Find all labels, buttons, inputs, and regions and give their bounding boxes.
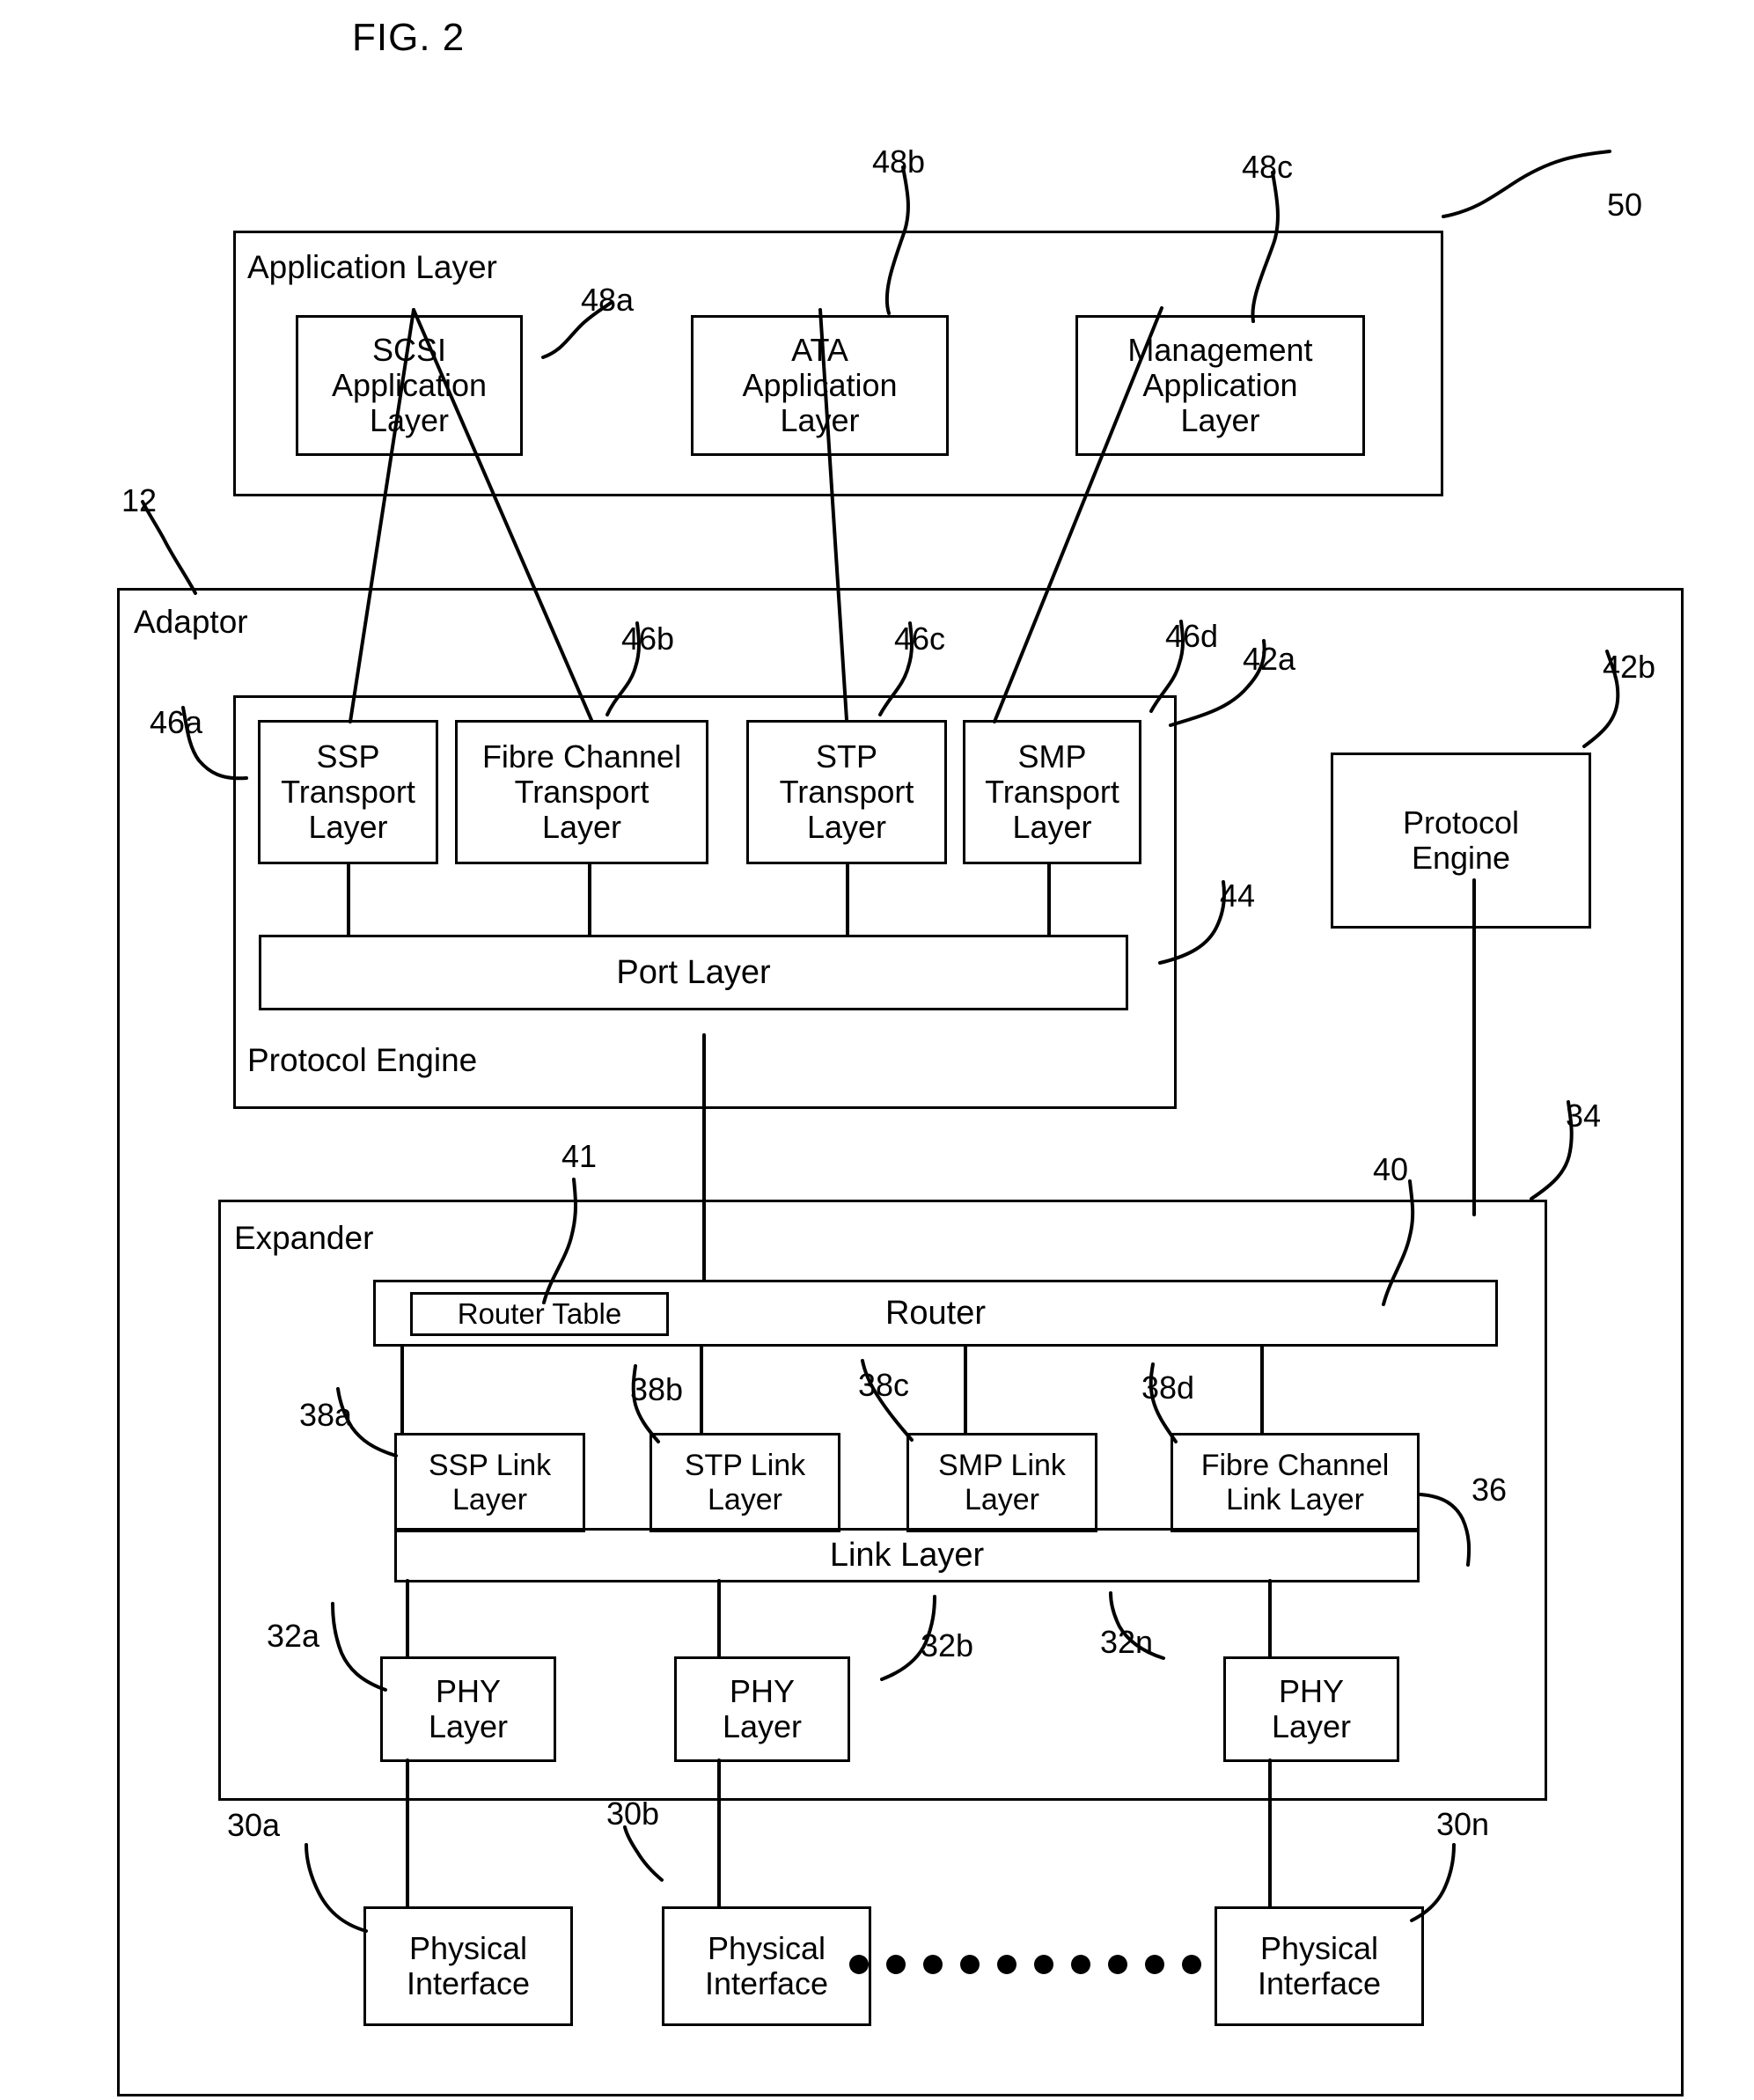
figure-canvas: FIG. 2 Application Layer 50 SCSI Applica… [0, 0, 1754, 2100]
stp-link-layer-label: STP Link Layer [684, 1449, 806, 1516]
physical-interface-label-b: Physical Interface [704, 1929, 829, 2001]
ref-50: 50 [1607, 187, 1643, 223]
phy-layer-box-n[interactable]: PHY Layer [1223, 1656, 1399, 1762]
smp-link-layer-label: SMP Link Layer [938, 1449, 1066, 1516]
router-label: Router [884, 1294, 987, 1332]
port-layer-label: Port Layer [616, 953, 771, 991]
physical-interface-label-a: Physical Interface [406, 1929, 531, 2001]
protocol-engine-right-box[interactable]: Protocol Engine [1331, 753, 1591, 929]
ssp-link-layer-box[interactable]: SSP Link Layer [394, 1433, 585, 1532]
ref-32a: 32a [267, 1618, 320, 1654]
scsi-application-layer-label: SCSI Application Layer [331, 331, 488, 439]
stp-transport-layer-label: STP Transport Layer [779, 738, 914, 846]
phy-layer-label-n: PHY Layer [1271, 1672, 1352, 1744]
ref-48a: 48a [581, 282, 635, 318]
ref-38d: 38d [1141, 1369, 1195, 1406]
phy-layer-label-a: PHY Layer [428, 1672, 509, 1744]
ssp-transport-layer-label: SSP Transport Layer [281, 738, 415, 846]
ref-46a: 46a [150, 704, 203, 740]
expander-caption: Expander [234, 1220, 374, 1256]
ref-30n: 30n [1436, 1806, 1490, 1842]
physical-interface-label-n: Physical Interface [1257, 1929, 1382, 2001]
ref-46b: 46b [621, 620, 675, 657]
ref-41: 41 [561, 1138, 598, 1174]
ref-44: 44 [1220, 877, 1256, 914]
ssp-link-layer-label: SSP Link Layer [428, 1449, 552, 1516]
phy-layer-box-b[interactable]: PHY Layer [674, 1656, 850, 1762]
ref-30b: 30b [606, 1795, 660, 1832]
ref-32b: 32b [921, 1627, 974, 1663]
phy-layer-box-a[interactable]: PHY Layer [380, 1656, 556, 1762]
ata-application-layer-box[interactable]: ATA Application Layer [691, 315, 949, 456]
smp-transport-layer-box[interactable]: SMP Transport Layer [963, 720, 1141, 864]
smp-link-layer-box[interactable]: SMP Link Layer [906, 1433, 1097, 1532]
smp-transport-layer-label: SMP Transport Layer [985, 738, 1119, 846]
ref-38b: 38b [630, 1371, 684, 1407]
physical-interface-box-a[interactable]: Physical Interface [363, 1906, 573, 2026]
stp-transport-layer-box[interactable]: STP Transport Layer [746, 720, 947, 864]
fibre-channel-link-layer-box[interactable]: Fibre Channel Link Layer [1171, 1433, 1420, 1532]
adaptor-caption: Adaptor [134, 604, 248, 640]
ref-48c: 48c [1242, 149, 1294, 185]
protocol-engine-right-label: Protocol Engine [1402, 804, 1520, 876]
physical-interface-box-n[interactable]: Physical Interface [1215, 1906, 1424, 2026]
ssp-transport-layer-box[interactable]: SSP Transport Layer [258, 720, 438, 864]
fibre-channel-transport-layer-label: Fibre Channel Transport Layer [481, 738, 682, 846]
ref-34: 34 [1566, 1098, 1602, 1134]
management-application-layer-label: Management Application Layer [1127, 331, 1313, 439]
stp-link-layer-box[interactable]: STP Link Layer [649, 1433, 840, 1532]
application-layer-caption: Application Layer [247, 249, 497, 285]
physical-interface-box-b[interactable]: Physical Interface [662, 1906, 871, 2026]
fibre-channel-link-layer-label: Fibre Channel Link Layer [1200, 1449, 1390, 1516]
ref-46d: 46d [1165, 618, 1219, 654]
ref-46c: 46c [894, 620, 946, 657]
fibre-channel-transport-layer-box[interactable]: Fibre Channel Transport Layer [455, 720, 708, 864]
ref-48b: 48b [872, 143, 926, 180]
ref-36: 36 [1471, 1472, 1508, 1508]
link-layer-bar[interactable]: Link Layer [394, 1528, 1420, 1582]
router-table-label: Router Table [457, 1296, 622, 1330]
ref-12: 12 [121, 482, 158, 518]
ref-38a: 38a [299, 1397, 353, 1433]
protocol-engine-caption: Protocol Engine [247, 1042, 478, 1078]
ref-42a: 42a [1243, 641, 1296, 677]
ref-32n: 32n [1100, 1624, 1154, 1660]
router-table-box[interactable]: Router Table [410, 1292, 669, 1336]
ref-30a: 30a [227, 1807, 281, 1843]
ref-38c: 38c [858, 1367, 910, 1403]
figure-title: FIG. 2 [352, 16, 466, 59]
ref-42b: 42b [1603, 649, 1656, 685]
ref-40: 40 [1373, 1151, 1409, 1187]
management-application-layer-box[interactable]: Management Application Layer [1075, 315, 1365, 456]
ata-application-layer-label: ATA Application Layer [742, 331, 898, 439]
port-layer-bar[interactable]: Port Layer [259, 935, 1128, 1010]
link-layer-label: Link Layer [829, 1536, 985, 1574]
phy-layer-label-b: PHY Layer [722, 1672, 803, 1744]
scsi-application-layer-box[interactable]: SCSI Application Layer [296, 315, 523, 456]
